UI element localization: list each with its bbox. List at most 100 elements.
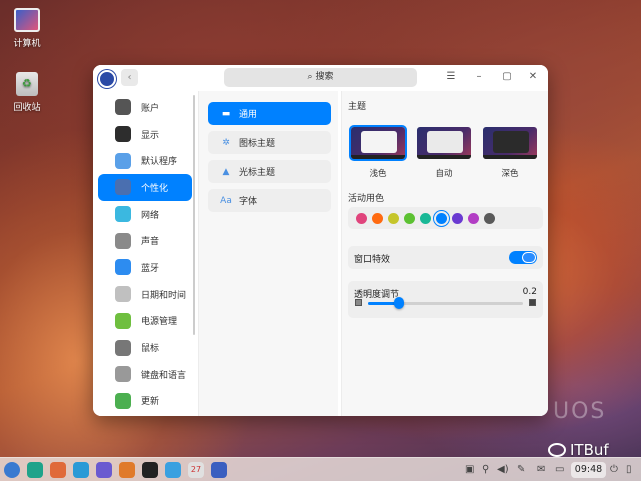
slider-handle[interactable] [394,297,404,309]
sidebar-item[interactable]: 日期和时间 [98,281,192,308]
default-apps-icon [115,152,131,169]
accent-color-swatch[interactable] [404,212,415,224]
clock-icon [115,286,131,303]
app-store-icon[interactable] [73,462,89,478]
sidebar-item[interactable]: 个性化 [98,174,192,201]
update-icon [115,392,131,409]
accent-color-swatch[interactable] [452,212,463,224]
cursor-theme-icon: ▲ [222,166,230,177]
accent-color-swatch[interactable] [420,212,431,224]
calendar-icon[interactable]: 27 [188,462,204,478]
sidebar-item-label: 电源管理 [141,317,178,328]
personalization-submenu: ▬ 通用 ✲ 图标主题 ▲ 光标主题 Aa 字体 [198,91,338,416]
close-button[interactable]: ✕ [526,71,540,82]
submenu-item[interactable]: ✲ 图标主题 [208,131,331,154]
sidebar-item[interactable]: 蓝牙 [98,254,192,281]
accent-color-swatch[interactable] [436,212,447,224]
control-center-window: ‹ ⌕ 搜索 ☰ – ▢ ✕ 账户显示默认程序个性化网络声音蓝牙 日期和时间电源管… [93,65,548,416]
sidebar-item[interactable]: 鼠标 [98,334,192,361]
video-icon[interactable] [142,462,158,478]
submenu-item[interactable]: Aa 字体 [208,189,331,212]
sidebar-item[interactable]: 声音 [98,227,192,254]
control-center-icon[interactable] [211,462,227,478]
sidebar-item-label: 默认程序 [141,157,178,168]
search-label: 搜索 [315,72,334,82]
keyboard-icon [115,366,131,383]
sidebar-scrollbar[interactable] [193,95,195,335]
trash-icon [16,72,38,96]
accent-color-swatch[interactable] [356,212,367,224]
file-manager-icon[interactable] [50,462,66,478]
mouse-icon [115,339,131,356]
desktop-icon-computer[interactable]: 计算机 [2,8,52,49]
sound-icon [115,232,131,249]
theme-section-title: 主题 [348,102,367,112]
theme-label: 自动 [435,169,453,179]
theme-option[interactable]: 浅色 [348,125,408,179]
sidebar-item[interactable]: 网络 [98,201,192,228]
sidebar-item[interactable]: 更新 [98,388,192,415]
window-effects-toggle[interactable] [509,251,537,264]
power-icon[interactable]: ⏻ [610,464,618,475]
account-icon [115,99,131,116]
sidebar-item-label: 账户 [141,103,160,114]
desktop-icon-label: 计算机 [13,39,41,49]
sidebar-item-label: 更新 [141,397,160,408]
submenu-item[interactable]: ▲ 光标主题 [208,160,331,183]
theme-option[interactable]: 深色 [480,125,540,179]
pen-icon[interactable]: ✎ [517,464,525,475]
launcher-icon[interactable] [4,462,20,478]
search-box[interactable]: ⌕ 搜索 [224,68,417,87]
submenu-item-label: 字体 [239,197,258,207]
notification-icon[interactable]: ✉ [537,464,545,475]
sidebar-item[interactable]: 显示 [98,121,192,148]
sidebar-item[interactable]: 键盘和语言 [98,361,192,388]
transparency-slider[interactable] [368,297,523,309]
theme-preview [415,125,473,161]
sidebar-item[interactable]: 账户 [98,94,192,121]
volume-icon[interactable]: ◀) [497,464,509,475]
accent-color-swatch[interactable] [484,212,495,224]
app-logo-icon [98,70,116,88]
appstore-grid-icon[interactable] [165,462,181,478]
accent-color-swatch[interactable] [468,212,479,224]
music-icon[interactable] [119,462,135,478]
window-effects-row: 窗口特效 [348,246,543,269]
desktop-icon-trash[interactable]: 回收站 [2,72,52,113]
sidebar-item[interactable]: 电源管理 [98,308,192,335]
desktop-icon-label: 回收站 [13,103,41,113]
submenu-item-label: 通用 [239,110,258,120]
sidebar-item-label: 显示 [141,130,160,141]
taskbar: 27 ▣ ⚲ ◀) ✎ ✉ ▭ 09:48 ⏻ ▯ [0,457,641,481]
icon-theme-icon: ✲ [222,137,230,148]
theme-preview [349,125,407,161]
minimize-button[interactable]: – [472,71,486,82]
browser-icon[interactable] [96,462,112,478]
show-desktop-icon[interactable]: ▭ [555,464,564,475]
sidebar-item-label: 个性化 [141,183,169,194]
low-transparency-icon [355,299,362,306]
screen-recorder-icon[interactable]: ▣ [465,464,474,475]
maximize-button[interactable]: ▢ [500,71,514,82]
general-settings-panel: 主题 浅色 自动 深色 活动用色 窗口特效 透明度调节 0.2 [341,91,548,416]
submenu-item-label: 光标主题 [239,168,276,178]
theme-label: 浅色 [369,169,387,179]
usb-icon[interactable]: ⚲ [482,464,489,475]
accent-color-swatch[interactable] [372,212,383,224]
high-transparency-icon [529,299,536,306]
transparency-value: 0.2 [522,287,537,297]
font-icon: Aa [220,195,232,206]
submenu-item[interactable]: ▬ 通用 [208,102,331,125]
clock[interactable]: 09:48 [571,462,606,478]
trash-tray-icon[interactable]: ▯ [626,464,632,475]
sidebar-item[interactable]: 默认程序 [98,147,192,174]
accent-color-swatch[interactable] [388,212,399,224]
personalization-icon [115,179,131,196]
back-button[interactable]: ‹ [121,69,138,86]
multitask-icon[interactable] [27,462,43,478]
menu-button[interactable]: ☰ [444,71,458,82]
calendar-day: 27 [190,465,202,474]
theme-option[interactable]: 自动 [414,125,474,179]
sidebar-item-label: 声音 [141,237,160,248]
theme-preview [481,125,539,161]
